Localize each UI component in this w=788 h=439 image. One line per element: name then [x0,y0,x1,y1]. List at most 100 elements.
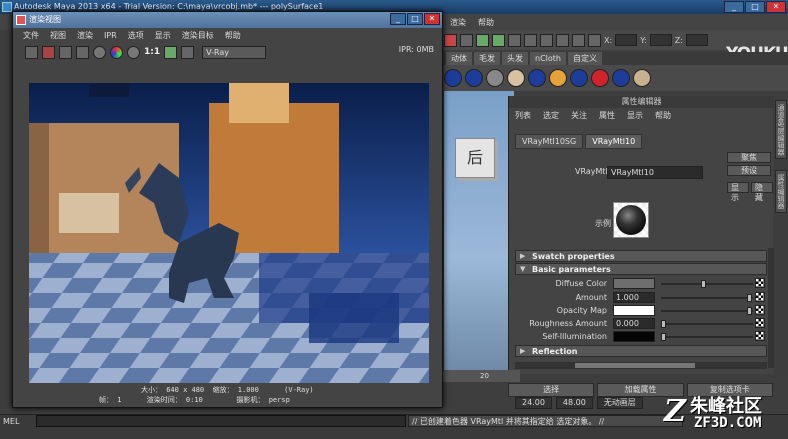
ipr-render-icon[interactable] [76,45,89,59]
real-size-button[interactable]: 1:1 [144,47,160,57]
close-button[interactable]: ✕ [766,1,786,13]
roughness-slider[interactable] [661,320,753,328]
slider-knob[interactable] [747,294,752,302]
map-button-icon[interactable] [755,318,765,328]
render-settings-icon[interactable] [556,33,569,47]
shelf-icon-10[interactable] [633,69,651,87]
shelf-icon-5[interactable] [528,69,546,87]
roughness-input[interactable]: 0.000 [613,318,655,329]
shelf-tab-ncloth[interactable]: nCloth [530,52,566,65]
history-icon[interactable] [460,33,473,47]
shelf-icon-6[interactable] [549,69,567,87]
range-end-field[interactable]: 48.00 [555,397,593,409]
shelf-icon-2[interactable] [465,69,483,87]
shelf-icon-7[interactable] [570,69,588,87]
curve-snap-icon[interactable] [492,33,505,47]
rv-menu-render-target[interactable]: 渲染目标 [182,29,214,42]
x-input[interactable] [615,34,638,46]
ae-menu-list[interactable]: 列表 [515,110,531,124]
self-illumination-swatch[interactable] [613,331,655,342]
anim-layer-dropdown[interactable]: 无动画层 [596,397,643,409]
mel-label[interactable]: MEL [3,417,19,426]
diffuse-color-swatch[interactable] [613,278,655,289]
ipr-icon[interactable] [540,33,553,47]
rv-minimize-button[interactable]: _ [390,13,406,25]
perspective-viewport[interactable] [444,91,514,371]
ae-horizontal-scrollbar[interactable] [515,362,767,369]
z-input[interactable] [685,34,708,46]
material-name-input[interactable] [607,166,703,179]
slider-knob[interactable] [661,320,666,328]
menu-render[interactable]: 渲染 [450,17,466,28]
range-start-field[interactable]: 24.00 [515,397,552,409]
keep-image-icon[interactable] [164,45,178,59]
shelf-icon-8[interactable] [591,69,609,87]
slider-knob[interactable] [747,307,752,315]
ae-menu-selected[interactable]: 选定 [543,110,559,124]
presets-button[interactable]: 预设 [727,165,771,176]
minimize-button[interactable]: _ [724,1,744,13]
rv-menu-render[interactable]: 渲染 [77,29,93,42]
tab-channel-box[interactable]: 通道盒/层编辑器 [775,100,787,160]
point-snap-icon[interactable] [508,33,521,47]
map-button-icon[interactable] [755,278,765,288]
slider-knob[interactable] [701,280,706,288]
hide-button[interactable]: 隐藏 [751,182,773,202]
hypershade-icon[interactable] [572,33,585,47]
ae-menu-help[interactable]: 帮助 [655,110,671,124]
slider-knob[interactable] [661,333,666,341]
rv-menu-ipr[interactable]: IPR [104,29,117,42]
shelf-icon-4[interactable] [507,69,525,87]
map-button-icon[interactable] [755,331,765,341]
focus-button[interactable]: 聚焦 [727,152,771,163]
tab-vraymtl10sg[interactable]: VRayMtl10SG [515,134,584,149]
rv-menu-help[interactable]: 帮助 [225,29,241,42]
menu-help[interactable]: 帮助 [478,17,494,28]
snap-icon[interactable] [444,33,457,47]
shelf-tab-dynamics[interactable]: 动体 [446,52,472,65]
shelf-tab-custom[interactable]: 自定义 [567,52,602,65]
shelf-icon-9[interactable] [612,69,630,87]
mel-input[interactable] [36,415,406,427]
render-frame-icon[interactable] [524,33,537,47]
snapshot-icon[interactable] [59,45,72,59]
shelf-icon-3[interactable] [486,69,504,87]
show-button[interactable]: 显示 [727,182,749,202]
shelf-icon-1[interactable] [444,69,462,87]
section-swatch-properties[interactable]: ▶ Swatch properties [515,250,767,262]
opacity-slider[interactable] [661,307,753,315]
shelf-tab-hair[interactable]: 头发 [502,52,528,65]
rv-close-button[interactable]: ✕ [424,13,440,25]
rv-menu-view[interactable]: 视图 [50,29,66,42]
self-illumination-slider[interactable] [661,333,753,341]
render-canvas[interactable] [29,83,429,383]
renderer-dropdown[interactable]: V-Ray [202,45,267,59]
absolute-transform-icon[interactable] [588,33,601,47]
rv-menu-file[interactable]: 文件 [23,29,39,42]
maximize-button[interactable]: □ [745,1,765,13]
amount-slider[interactable] [661,294,753,302]
rv-menu-display[interactable]: 显示 [155,29,171,42]
rv-menu-options[interactable]: 选项 [128,29,144,42]
diffuse-color-slider[interactable] [661,280,753,288]
amount-input[interactable]: 1.000 [613,292,655,303]
alpha-icon[interactable] [127,45,140,59]
rv-maximize-button[interactable]: □ [407,13,423,25]
ae-menu-attributes[interactable]: 属性 [599,110,615,124]
grid-snap-icon[interactable] [476,33,489,47]
render-region-icon[interactable] [42,45,55,59]
tab-vraymtl10[interactable]: VRayMtl10 [585,134,643,149]
y-input[interactable] [649,34,672,46]
redo-render-icon[interactable] [25,45,38,59]
shelf-tab-fur[interactable]: 毛发 [474,52,500,65]
map-button-icon[interactable] [755,305,765,315]
tab-attribute-editor[interactable]: 属性编辑器 [775,170,787,213]
opacity-map-swatch[interactable] [613,305,655,316]
section-basic-parameters[interactable]: ▼ Basic parameters [515,263,767,275]
render-view-title-bar[interactable]: 渲染视图 _ □ ✕ [13,12,442,28]
ae-menu-focus[interactable]: 关注 [571,110,587,124]
view-cube[interactable]: 后 [455,138,495,178]
refresh-icon[interactable] [93,45,106,59]
remove-image-icon[interactable] [181,45,195,59]
scroll-thumb[interactable] [575,363,695,368]
